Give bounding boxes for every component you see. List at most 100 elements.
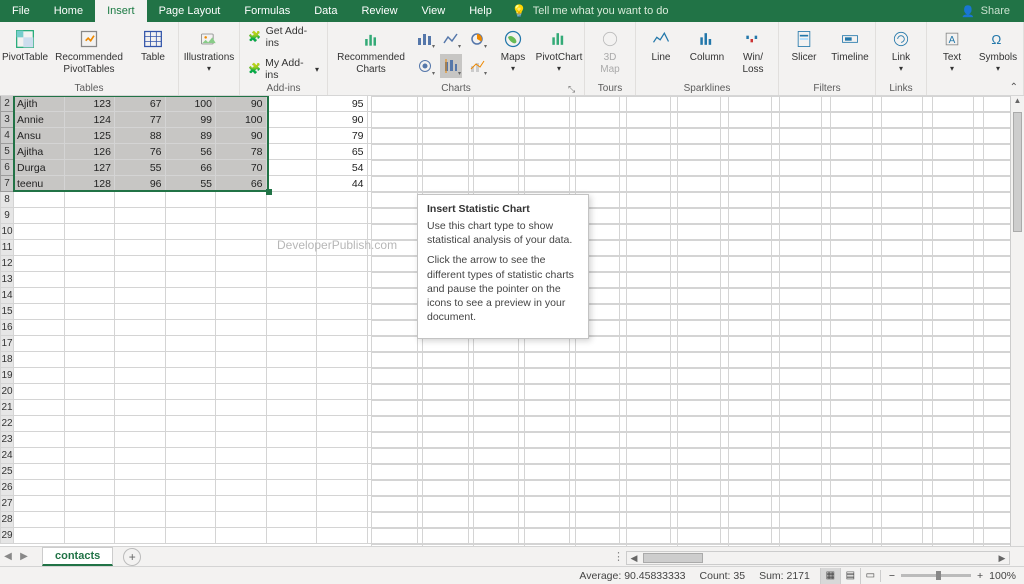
cell[interactable] bbox=[216, 192, 267, 208]
horizontal-scrollbar[interactable]: ◀ ▶ bbox=[626, 551, 1010, 565]
cell[interactable] bbox=[14, 240, 65, 256]
cell[interactable] bbox=[267, 96, 318, 112]
row-header[interactable]: 21 bbox=[0, 400, 14, 416]
cell[interactable] bbox=[115, 496, 166, 512]
view-page-break-button[interactable]: ▭ bbox=[860, 568, 880, 584]
cell[interactable] bbox=[65, 288, 116, 304]
cell[interactable] bbox=[166, 336, 217, 352]
cell[interactable] bbox=[267, 208, 318, 224]
cell[interactable] bbox=[317, 192, 368, 208]
cell[interactable]: Ansu bbox=[14, 128, 65, 144]
cell[interactable] bbox=[166, 448, 217, 464]
cell[interactable] bbox=[14, 224, 65, 240]
cell[interactable] bbox=[65, 432, 116, 448]
scroll-thumb-h[interactable] bbox=[643, 553, 703, 563]
cell[interactable] bbox=[65, 224, 116, 240]
cell[interactable] bbox=[166, 208, 217, 224]
tab-review[interactable]: Review bbox=[349, 0, 409, 22]
tell-me-search[interactable]: 💡 Tell me what you want to do bbox=[512, 0, 669, 22]
cell[interactable] bbox=[166, 368, 217, 384]
cell[interactable] bbox=[267, 304, 318, 320]
cell[interactable]: 127 bbox=[65, 160, 116, 176]
add-sheet-button[interactable]: + bbox=[123, 548, 141, 566]
cell[interactable]: teenu bbox=[14, 176, 65, 192]
cell[interactable] bbox=[317, 272, 368, 288]
cell[interactable]: Ajitha bbox=[14, 144, 65, 160]
cell[interactable] bbox=[267, 256, 318, 272]
cell[interactable]: 90 bbox=[317, 112, 368, 128]
3d-map-button[interactable]: 3D Map bbox=[589, 24, 631, 75]
row-header[interactable]: 27 bbox=[0, 496, 14, 512]
cell[interactable] bbox=[317, 208, 368, 224]
cell[interactable] bbox=[65, 208, 116, 224]
cell[interactable] bbox=[267, 496, 318, 512]
zoom-level[interactable]: 100% bbox=[989, 570, 1016, 582]
cell[interactable] bbox=[267, 192, 318, 208]
row-header[interactable]: 18 bbox=[0, 352, 14, 368]
cell[interactable] bbox=[115, 528, 166, 544]
cell[interactable] bbox=[267, 432, 318, 448]
cell[interactable] bbox=[14, 368, 65, 384]
cell[interactable]: Durga bbox=[14, 160, 65, 176]
cell[interactable] bbox=[166, 480, 217, 496]
scroll-up-arrow[interactable]: ▲ bbox=[1011, 96, 1024, 110]
cell[interactable] bbox=[65, 272, 116, 288]
collapse-ribbon-icon[interactable]: ⌃ bbox=[1010, 82, 1018, 93]
cell[interactable] bbox=[166, 288, 217, 304]
cell[interactable] bbox=[115, 512, 166, 528]
cell[interactable] bbox=[14, 432, 65, 448]
cell[interactable] bbox=[267, 240, 318, 256]
cell[interactable] bbox=[115, 272, 166, 288]
cell[interactable] bbox=[267, 448, 318, 464]
cell[interactable] bbox=[216, 400, 267, 416]
row-header[interactable]: 20 bbox=[0, 384, 14, 400]
cell[interactable] bbox=[166, 256, 217, 272]
zoom-slider[interactable] bbox=[901, 574, 971, 577]
cell[interactable] bbox=[166, 352, 217, 368]
table-button[interactable]: Table bbox=[132, 24, 174, 64]
cell[interactable] bbox=[216, 304, 267, 320]
cell[interactable] bbox=[267, 272, 318, 288]
cell[interactable] bbox=[65, 240, 116, 256]
cell[interactable]: 88 bbox=[115, 128, 166, 144]
cell[interactable] bbox=[65, 480, 116, 496]
symbols-button[interactable]: ΩSymbols ▾ bbox=[977, 24, 1019, 73]
cell[interactable]: 70 bbox=[216, 160, 267, 176]
cell[interactable] bbox=[115, 448, 166, 464]
view-normal-button[interactable]: ▦ bbox=[820, 568, 840, 584]
cell[interactable] bbox=[14, 304, 65, 320]
cell[interactable]: 54 bbox=[317, 160, 368, 176]
cell[interactable] bbox=[317, 496, 368, 512]
row-header[interactable]: 8 bbox=[0, 192, 14, 208]
cell[interactable] bbox=[65, 304, 116, 320]
cell[interactable]: 67 bbox=[115, 96, 166, 112]
vertical-scrollbar[interactable]: ▲ bbox=[1010, 96, 1024, 546]
cell[interactable] bbox=[115, 416, 166, 432]
cell[interactable] bbox=[267, 416, 318, 432]
row-header[interactable]: 11 bbox=[0, 240, 14, 256]
cell[interactable] bbox=[267, 128, 318, 144]
cell[interactable] bbox=[65, 464, 116, 480]
row-header[interactable]: 28 bbox=[0, 512, 14, 528]
zoom-in-button[interactable]: + bbox=[977, 570, 983, 582]
cell[interactable]: 77 bbox=[115, 112, 166, 128]
cell[interactable] bbox=[267, 176, 318, 192]
cell[interactable] bbox=[65, 352, 116, 368]
cell[interactable]: 66 bbox=[216, 176, 267, 192]
cell[interactable] bbox=[216, 464, 267, 480]
cell[interactable] bbox=[65, 256, 116, 272]
cell[interactable] bbox=[317, 400, 368, 416]
cell[interactable] bbox=[317, 352, 368, 368]
cell[interactable] bbox=[267, 352, 318, 368]
cell[interactable] bbox=[14, 272, 65, 288]
row-header[interactable]: 9 bbox=[0, 208, 14, 224]
cell[interactable]: 96 bbox=[115, 176, 166, 192]
cell[interactable] bbox=[115, 352, 166, 368]
cell[interactable] bbox=[317, 336, 368, 352]
view-page-layout-button[interactable]: ▤ bbox=[840, 568, 860, 584]
cell[interactable]: 90 bbox=[216, 96, 267, 112]
cell[interactable] bbox=[14, 448, 65, 464]
cell[interactable] bbox=[14, 496, 65, 512]
scroll-right-arrow[interactable]: ▶ bbox=[995, 553, 1009, 564]
row-header[interactable]: 6 bbox=[0, 160, 14, 176]
